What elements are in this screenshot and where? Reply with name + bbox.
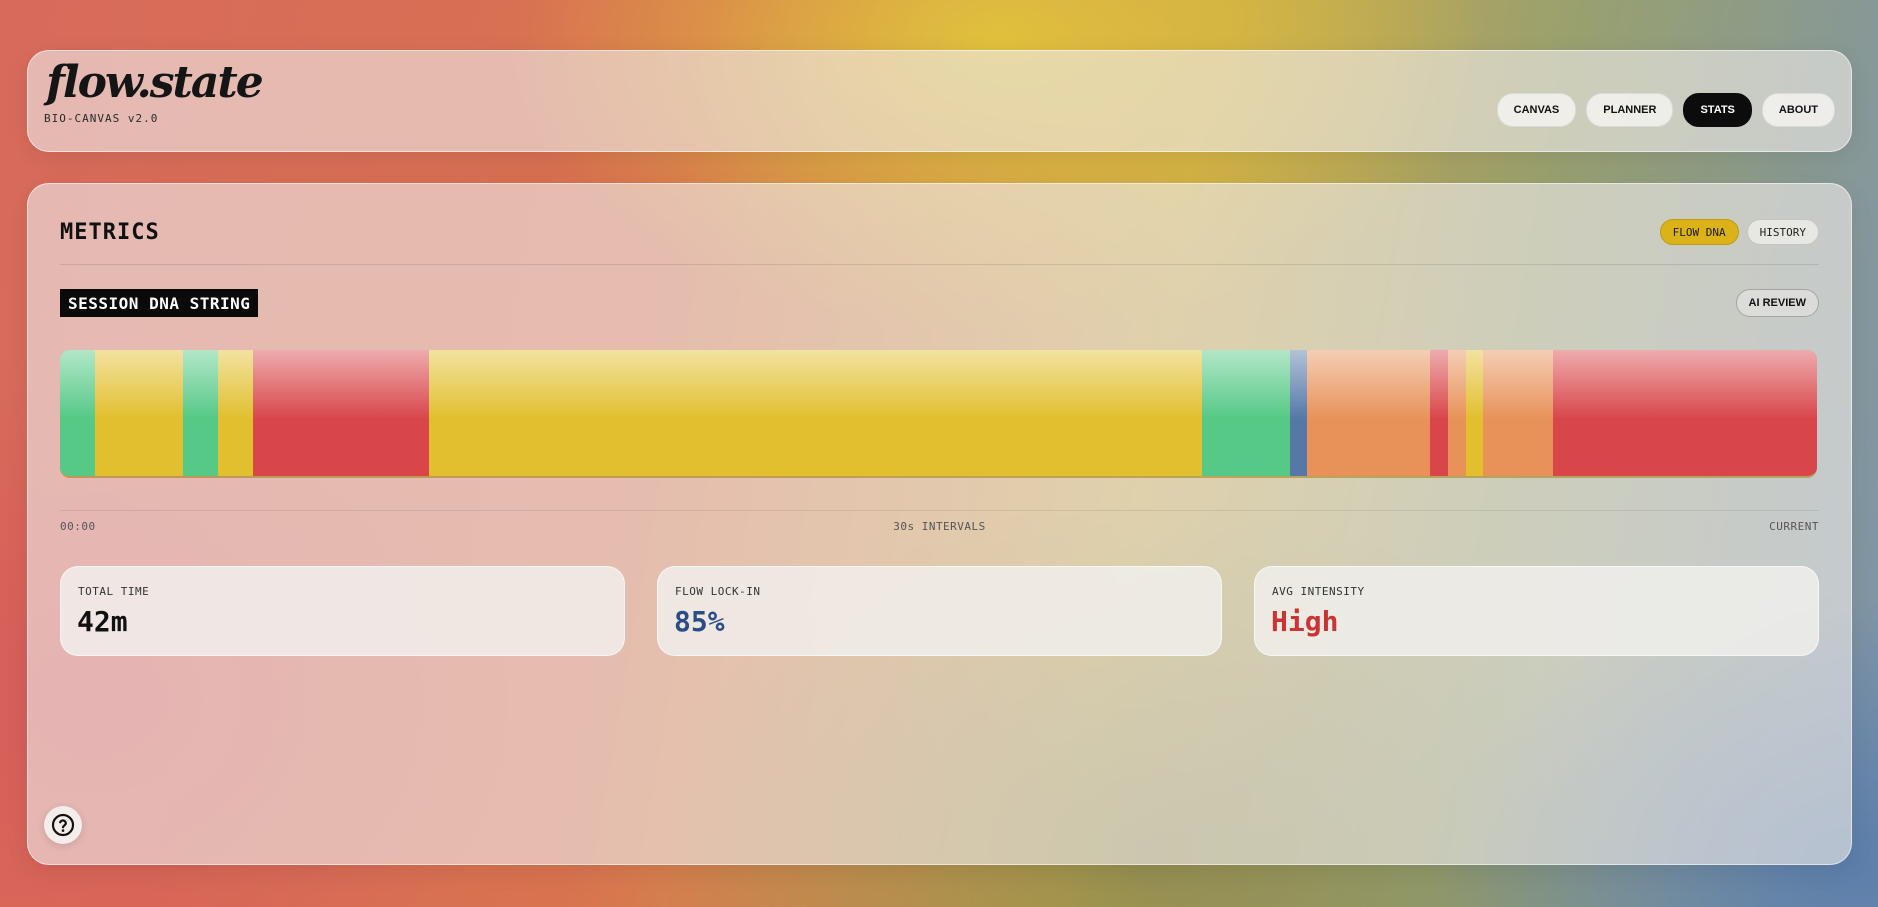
dna-segment-red xyxy=(1430,350,1448,476)
nav-canvas-button[interactable]: CANVAS xyxy=(1496,93,1577,127)
help-button[interactable] xyxy=(44,806,82,844)
ai-review-button[interactable]: AI REVIEW xyxy=(1735,289,1819,317)
timeline-interval-label: 30s INTERVALS xyxy=(893,520,986,533)
dna-segment-yellow xyxy=(428,350,1203,476)
dna-segment-red xyxy=(253,350,429,476)
stat-value: High xyxy=(1271,605,1339,638)
nav-stats-button[interactable]: STATS xyxy=(1683,93,1752,127)
dna-segment-green xyxy=(1202,350,1290,476)
dna-segment-red xyxy=(1553,350,1817,476)
session-dna-strip[interactable] xyxy=(60,350,1817,478)
stat-card-total-time: TOTAL TIME 42m xyxy=(60,566,625,656)
tab-flow-dna[interactable]: FLOW DNA xyxy=(1659,219,1739,245)
dna-segment-yellow xyxy=(218,350,254,476)
dna-segment-green xyxy=(60,350,96,476)
app-header: flow.state BIO-CANVAS v2.0 CANVAS PLANNE… xyxy=(27,50,1852,152)
view-toggle: FLOW DNA HISTORY xyxy=(1659,219,1819,245)
dna-segment-orange xyxy=(1307,350,1431,476)
dna-segment-orange xyxy=(1448,350,1466,476)
stat-label: AVG INTENSITY xyxy=(1272,585,1365,598)
help-icon xyxy=(51,813,75,837)
tab-history[interactable]: HISTORY xyxy=(1746,219,1819,245)
app-version: BIO-CANVAS v2.0 xyxy=(44,112,159,125)
main-nav: CANVAS PLANNER STATS ABOUT xyxy=(1496,93,1835,127)
stat-card-avg-intensity: AVG INTENSITY High xyxy=(1254,566,1819,656)
stat-card-flow-lock-in: FLOW LOCK-IN 85% xyxy=(657,566,1222,656)
dna-segment-orange xyxy=(1483,350,1554,476)
dna-segment-yellow xyxy=(95,350,183,476)
timeline-end-label: CURRENT xyxy=(1769,520,1819,533)
divider xyxy=(60,264,1819,265)
stat-value: 42m xyxy=(77,605,128,638)
stat-label: TOTAL TIME xyxy=(78,585,150,598)
section-title: SESSION DNA STRING xyxy=(60,289,259,317)
nav-planner-button[interactable]: PLANNER xyxy=(1586,93,1674,127)
metrics-panel: METRICS FLOW DNA HISTORY SESSION DNA STR… xyxy=(27,183,1852,865)
dna-segment-blue xyxy=(1289,350,1308,476)
dna-segment-yellow xyxy=(1465,350,1484,476)
app-logo[interactable]: flow.state xyxy=(46,61,264,105)
timeline-axis xyxy=(60,510,1819,511)
dna-segment-green xyxy=(182,350,219,476)
page-title: METRICS xyxy=(60,220,160,245)
nav-about-button[interactable]: ABOUT xyxy=(1761,93,1835,127)
stat-value: 85% xyxy=(674,605,725,638)
stat-label: FLOW LOCK-IN xyxy=(675,585,761,598)
